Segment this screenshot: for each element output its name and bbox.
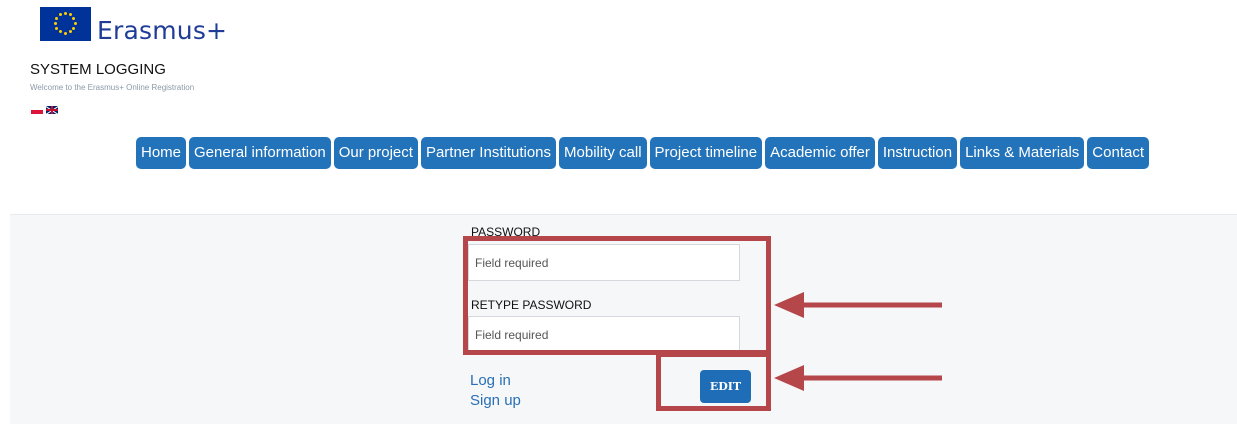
login-link[interactable]: Log in bbox=[470, 372, 511, 389]
password-label: PASSWORD bbox=[471, 225, 541, 239]
signup-link[interactable]: Sign up bbox=[470, 392, 521, 409]
nav-project-timeline[interactable]: Project timeline bbox=[649, 137, 763, 169]
password-input[interactable] bbox=[468, 244, 740, 281]
retype-password-input[interactable] bbox=[468, 316, 740, 353]
nav-mobility-call[interactable]: Mobility call bbox=[559, 137, 647, 169]
flag-pl-icon[interactable] bbox=[31, 106, 43, 114]
nav-instruction[interactable]: Instruction bbox=[877, 137, 958, 169]
retype-password-label: RETYPE PASSWORD bbox=[471, 298, 592, 312]
eu-flag-icon bbox=[40, 7, 91, 41]
nav-partner-institutions[interactable]: Partner Institutions bbox=[420, 137, 557, 169]
edit-button[interactable]: EDIT bbox=[700, 370, 751, 403]
flag-gb-icon[interactable] bbox=[46, 106, 58, 114]
nav-general-information[interactable]: General information bbox=[189, 137, 331, 169]
nav-academic-offer[interactable]: Academic offer bbox=[765, 137, 875, 169]
logo-text: Erasmus+ bbox=[97, 15, 228, 45]
nav-our-project[interactable]: Our project bbox=[333, 137, 418, 169]
language-switcher bbox=[31, 106, 58, 114]
erasmus-logo[interactable]: Erasmus+ bbox=[40, 6, 228, 45]
page-title: SYSTEM LOGGING bbox=[30, 61, 166, 78]
page-subtitle: Welcome to the Erasmus+ Online Registrat… bbox=[30, 83, 195, 92]
nav-home[interactable]: Home bbox=[136, 137, 187, 169]
nav-contact[interactable]: Contact bbox=[1087, 137, 1149, 169]
main-nav: Home General information Our project Par… bbox=[136, 137, 1149, 169]
nav-links-materials[interactable]: Links & Materials bbox=[960, 137, 1085, 169]
